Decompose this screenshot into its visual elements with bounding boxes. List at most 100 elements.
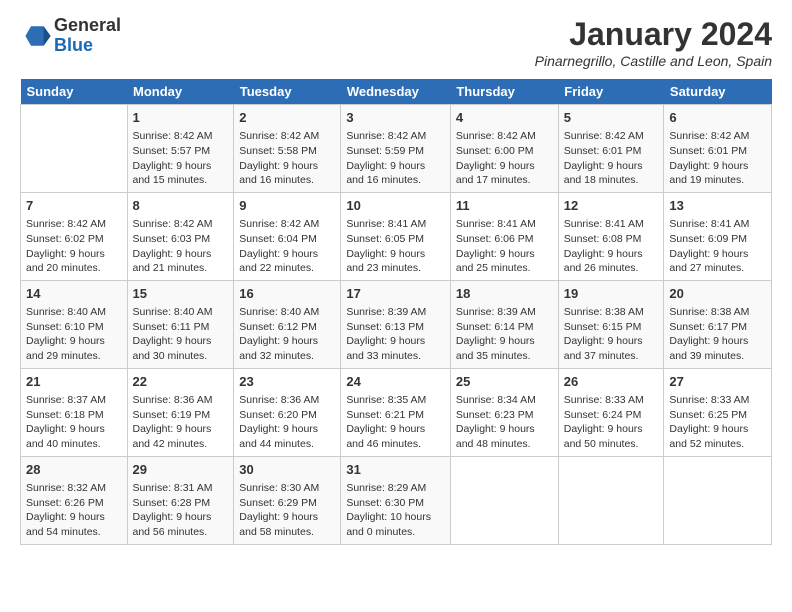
day-number: 1 [133, 109, 229, 127]
day-number: 11 [456, 197, 553, 215]
day-number: 25 [456, 373, 553, 391]
calendar-day-cell: 2 Sunrise: 8:42 AM Sunset: 5:58 PM Daylig… [234, 105, 341, 193]
day-number: 20 [669, 285, 766, 303]
day-number: 2 [239, 109, 335, 127]
calendar-day-cell: 3 Sunrise: 8:42 AM Sunset: 5:59 PM Daylig… [341, 105, 451, 193]
month-title: January 2024 [535, 16, 772, 53]
day-info: Sunrise: 8:36 AM Sunset: 6:20 PM Dayligh… [239, 393, 335, 452]
calendar-day-cell: 15Sunrise: 8:40 AM Sunset: 6:11 PM Dayli… [127, 280, 234, 368]
day-info: Sunrise: 8:39 AM Sunset: 6:13 PM Dayligh… [346, 305, 445, 364]
day-number: 7 [26, 197, 122, 215]
day-info: Sunrise: 8:42 AM Sunset: 6:04 PM Dayligh… [239, 217, 335, 276]
calendar-day-cell: 5 Sunrise: 8:42 AM Sunset: 6:01 PM Daylig… [558, 105, 664, 193]
day-info: Sunrise: 8:41 AM Sunset: 6:06 PM Dayligh… [456, 217, 553, 276]
day-info: Sunrise: 8:42 AM Sunset: 6:00 PM Dayligh… [456, 129, 553, 188]
day-number: 6 [669, 109, 766, 127]
logo: General Blue [20, 16, 121, 56]
day-number: 9 [239, 197, 335, 215]
calendar-day-cell: 16 Sunrise: 8:40 AM Sunset: 6:12 PM Dayli… [234, 280, 341, 368]
day-info: Sunrise: 8:41 AM Sunset: 6:05 PM Dayligh… [346, 217, 445, 276]
day-info: Sunrise: 8:34 AM Sunset: 6:23 PM Dayligh… [456, 393, 553, 452]
calendar-day-cell: 17Sunrise: 8:39 AM Sunset: 6:13 PM Dayli… [341, 280, 451, 368]
calendar-day-cell: 12 Sunrise: 8:41 AM Sunset: 6:08 PM Dayli… [558, 192, 664, 280]
day-number: 13 [669, 197, 766, 215]
logo-text: General Blue [54, 16, 121, 56]
day-info: Sunrise: 8:40 AM Sunset: 6:12 PM Dayligh… [239, 305, 335, 364]
day-info: Sunrise: 8:36 AM Sunset: 6:19 PM Dayligh… [133, 393, 229, 452]
day-number: 15 [133, 285, 229, 303]
calendar-day-cell: 29 Sunrise: 8:31 AM Sunset: 6:28 PM Dayli… [127, 456, 234, 544]
calendar-day-cell: 6 Sunrise: 8:42 AM Sunset: 6:01 PM Daylig… [664, 105, 772, 193]
calendar-day-cell: 22 Sunrise: 8:36 AM Sunset: 6:19 PM Dayli… [127, 368, 234, 456]
day-info: Sunrise: 8:38 AM Sunset: 6:15 PM Dayligh… [564, 305, 659, 364]
day-info: Sunrise: 8:42 AM Sunset: 5:57 PM Dayligh… [133, 129, 229, 188]
day-number: 10 [346, 197, 445, 215]
day-header-monday: Monday [127, 79, 234, 105]
calendar-day-cell: 21 Sunrise: 8:37 AM Sunset: 6:18 PM Dayli… [21, 368, 128, 456]
calendar-day-cell: 4Sunrise: 8:42 AM Sunset: 6:00 PM Daylig… [450, 105, 558, 193]
day-number: 12 [564, 197, 659, 215]
calendar-day-cell: 25 Sunrise: 8:34 AM Sunset: 6:23 PM Dayli… [450, 368, 558, 456]
day-info: Sunrise: 8:33 AM Sunset: 6:24 PM Dayligh… [564, 393, 659, 452]
calendar-day-cell [558, 456, 664, 544]
logo-blue: Blue [54, 36, 121, 56]
day-number: 8 [133, 197, 229, 215]
day-header-thursday: Thursday [450, 79, 558, 105]
day-info: Sunrise: 8:38 AM Sunset: 6:17 PM Dayligh… [669, 305, 766, 364]
calendar-day-cell: 23Sunrise: 8:36 AM Sunset: 6:20 PM Dayli… [234, 368, 341, 456]
calendar-day-cell: 19 Sunrise: 8:38 AM Sunset: 6:15 PM Dayli… [558, 280, 664, 368]
title-block: January 2024 Pinarnegrillo, Castille and… [535, 16, 772, 69]
calendar-day-cell: 9 Sunrise: 8:42 AM Sunset: 6:04 PM Daylig… [234, 192, 341, 280]
day-header-friday: Friday [558, 79, 664, 105]
day-number: 27 [669, 373, 766, 391]
day-info: Sunrise: 8:42 AM Sunset: 6:01 PM Dayligh… [564, 129, 659, 188]
day-info: Sunrise: 8:30 AM Sunset: 6:29 PM Dayligh… [239, 481, 335, 540]
day-info: Sunrise: 8:42 AM Sunset: 5:59 PM Dayligh… [346, 129, 445, 188]
calendar-day-cell: 18Sunrise: 8:39 AM Sunset: 6:14 PM Dayli… [450, 280, 558, 368]
day-number: 21 [26, 373, 122, 391]
day-number: 3 [346, 109, 445, 127]
day-info: Sunrise: 8:37 AM Sunset: 6:18 PM Dayligh… [26, 393, 122, 452]
day-number: 24 [346, 373, 445, 391]
header: General Blue January 2024 Pinarnegrillo,… [20, 16, 772, 69]
calendar-day-cell: 13 Sunrise: 8:41 AM Sunset: 6:09 PM Dayli… [664, 192, 772, 280]
day-header-saturday: Saturday [664, 79, 772, 105]
calendar-day-cell: 30Sunrise: 8:30 AM Sunset: 6:29 PM Dayli… [234, 456, 341, 544]
day-number: 29 [133, 461, 229, 479]
calendar-day-cell: 20 Sunrise: 8:38 AM Sunset: 6:17 PM Dayli… [664, 280, 772, 368]
calendar-day-cell: 28Sunrise: 8:32 AM Sunset: 6:26 PM Dayli… [21, 456, 128, 544]
day-info: Sunrise: 8:31 AM Sunset: 6:28 PM Dayligh… [133, 481, 229, 540]
day-info: Sunrise: 8:42 AM Sunset: 5:58 PM Dayligh… [239, 129, 335, 188]
calendar-day-cell: 26Sunrise: 8:33 AM Sunset: 6:24 PM Dayli… [558, 368, 664, 456]
day-number: 22 [133, 373, 229, 391]
logo-icon [24, 22, 52, 50]
calendar-header-row: SundayMondayTuesdayWednesdayThursdayFrid… [21, 79, 772, 105]
calendar-day-cell [664, 456, 772, 544]
day-number: 16 [239, 285, 335, 303]
day-info: Sunrise: 8:33 AM Sunset: 6:25 PM Dayligh… [669, 393, 766, 452]
day-info: Sunrise: 8:42 AM Sunset: 6:01 PM Dayligh… [669, 129, 766, 188]
calendar-day-cell: 10 Sunrise: 8:41 AM Sunset: 6:05 PM Dayli… [341, 192, 451, 280]
page: General Blue January 2024 Pinarnegrillo,… [0, 0, 792, 555]
day-number: 28 [26, 461, 122, 479]
day-info: Sunrise: 8:42 AM Sunset: 6:02 PM Dayligh… [26, 217, 122, 276]
day-number: 19 [564, 285, 659, 303]
day-info: Sunrise: 8:41 AM Sunset: 6:08 PM Dayligh… [564, 217, 659, 276]
day-header-wednesday: Wednesday [341, 79, 451, 105]
logo-general: General [54, 16, 121, 36]
calendar-day-cell: 8Sunrise: 8:42 AM Sunset: 6:03 PM Daylig… [127, 192, 234, 280]
calendar-day-cell: 1 Sunrise: 8:42 AM Sunset: 5:57 PM Daylig… [127, 105, 234, 193]
day-number: 31 [346, 461, 445, 479]
day-info: Sunrise: 8:41 AM Sunset: 6:09 PM Dayligh… [669, 217, 766, 276]
calendar-day-cell: 24Sunrise: 8:35 AM Sunset: 6:21 PM Dayli… [341, 368, 451, 456]
calendar-week-row: 14Sunrise: 8:40 AM Sunset: 6:10 PM Dayli… [21, 280, 772, 368]
calendar-day-cell [21, 105, 128, 193]
calendar-day-cell: 31Sunrise: 8:29 AM Sunset: 6:30 PM Dayli… [341, 456, 451, 544]
calendar-day-cell: 14Sunrise: 8:40 AM Sunset: 6:10 PM Dayli… [21, 280, 128, 368]
calendar-week-row: 21 Sunrise: 8:37 AM Sunset: 6:18 PM Dayli… [21, 368, 772, 456]
subtitle: Pinarnegrillo, Castille and Leon, Spain [535, 53, 772, 69]
day-info: Sunrise: 8:40 AM Sunset: 6:10 PM Dayligh… [26, 305, 122, 364]
day-number: 5 [564, 109, 659, 127]
day-header-tuesday: Tuesday [234, 79, 341, 105]
calendar-day-cell: 7 Sunrise: 8:42 AM Sunset: 6:02 PM Daylig… [21, 192, 128, 280]
